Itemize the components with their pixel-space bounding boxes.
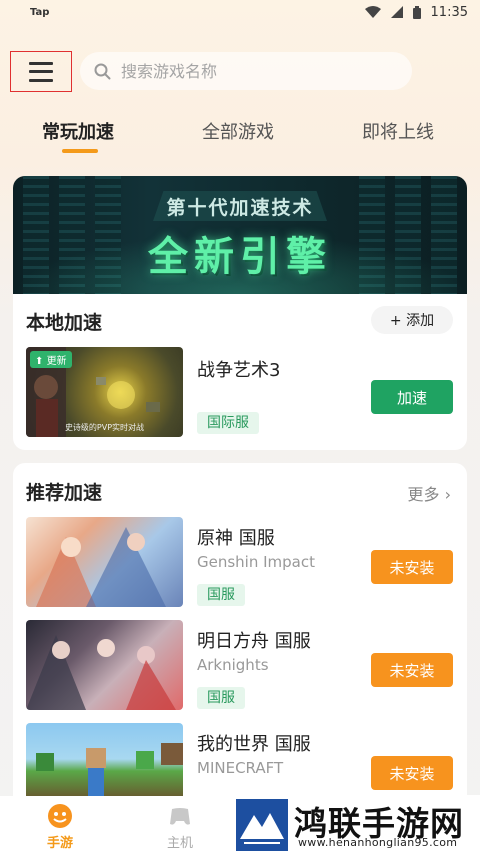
arknights-illustration <box>26 635 176 710</box>
watermark-logo-icon <box>236 799 288 851</box>
minecraft-illustration <box>36 743 183 803</box>
game-subtitle-genshin: Genshin Impact <box>197 553 316 571</box>
search-box[interactable] <box>80 52 412 90</box>
battery-icon <box>412 5 421 19</box>
tab-all-games[interactable]: 全部游戏 <box>202 118 274 144</box>
nav-mobile-games[interactable]: 手游 <box>30 802 90 851</box>
local-accel-title: 本地加速 <box>26 312 103 334</box>
banner-subtitle: 第十代加速技术 <box>166 197 314 219</box>
tab-frequent[interactable]: 常玩加速 <box>42 118 114 144</box>
server-tag: 国际服 <box>197 412 259 434</box>
game-name-minecraft: 我的世界 国服 <box>197 734 311 755</box>
nav-mobile-games-label: 手游 <box>46 836 73 851</box>
server-tag-genshin: 国服 <box>197 584 245 606</box>
local-accel-card: 本地加速 + 添加 ⬆ 更新 史诗级的PVP实时对战 战争艺术3 国际服 加速 <box>13 294 467 450</box>
banner-title: 全新引擎 <box>148 234 332 280</box>
hamburger-icon <box>29 61 53 82</box>
thumbnail-caption: 史诗级的PVP实时对战 <box>64 423 145 432</box>
status-bar: Tap 11:35 <box>0 0 480 24</box>
game-name-genshin: 原神 国服 <box>197 528 275 549</box>
install-button-genshin[interactable]: 未安装 <box>371 550 453 584</box>
recommend-card: 推荐加速 更多 › 原神 国服 Genshin Impact 国服 未安装 明日… <box>13 463 467 803</box>
update-badge-text: 更新 <box>46 356 67 367</box>
signal-icon <box>390 6 403 18</box>
wifi-icon <box>364 6 381 18</box>
gamepad-icon <box>170 808 190 825</box>
game-thumbnail-arknights[interactable] <box>26 620 183 710</box>
recommend-title: 推荐加速 <box>26 482 103 504</box>
watermark: 鸿联手游网 www.henanhonglian95.com <box>232 795 480 855</box>
mobile-games-icon <box>48 804 72 828</box>
nav-console-label: 主机 <box>166 836 193 851</box>
watermark-url: www.henanhonglian95.com <box>298 836 458 849</box>
game-subtitle-minecraft: MINECRAFT <box>197 759 284 777</box>
top-tabs: 常玩加速 全部游戏 即将上线 <box>0 118 480 158</box>
install-button-arknights[interactable]: 未安装 <box>371 653 453 687</box>
install-button-minecraft[interactable]: 未安装 <box>371 756 453 790</box>
genshin-illustration <box>36 527 166 607</box>
tab-upcoming[interactable]: 即将上线 <box>362 118 434 144</box>
nav-console[interactable]: 主机 <box>150 802 210 851</box>
game-thumbnail-genshin[interactable] <box>26 517 183 607</box>
add-game-button[interactable]: + 添加 <box>371 306 453 334</box>
status-icons: 11:35 <box>364 4 468 20</box>
promo-banner[interactable]: 第十代加速技术 全新引擎 <box>13 176 467 294</box>
search-input[interactable] <box>121 61 371 81</box>
accelerate-button[interactable]: 加速 <box>371 380 453 414</box>
game-name: 战争艺术3 <box>197 360 281 381</box>
search-icon <box>94 63 111 79</box>
status-time: 11:35 <box>430 4 468 20</box>
server-tag-arknights: 国服 <box>197 687 245 709</box>
game-name-arknights: 明日方舟 国服 <box>197 631 311 652</box>
active-tab-indicator <box>62 149 98 153</box>
game-thumbnail-minecraft[interactable] <box>26 723 183 803</box>
update-badge: ⬆ 更新 <box>30 351 72 368</box>
game-subtitle-arknights: Arknights <box>197 656 269 674</box>
game-thumbnail[interactable]: ⬆ 更新 史诗级的PVP实时对战 <box>26 347 183 437</box>
more-link[interactable]: 更多 › <box>408 481 452 505</box>
menu-button[interactable] <box>10 51 72 92</box>
status-app-label: Tap <box>30 6 50 18</box>
